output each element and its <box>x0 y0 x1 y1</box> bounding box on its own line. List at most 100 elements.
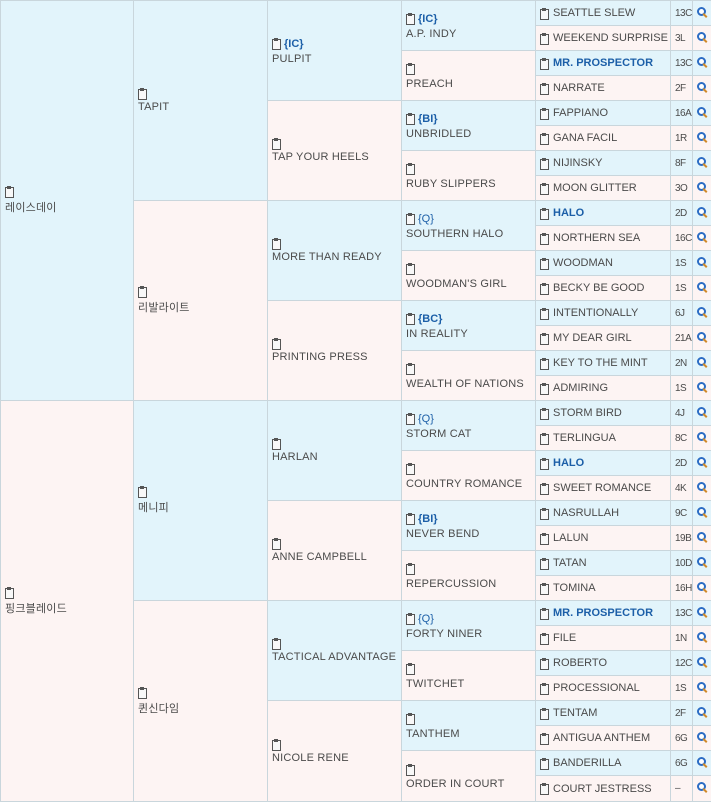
search-icon[interactable] <box>697 682 707 692</box>
search-icon[interactable] <box>697 757 707 767</box>
clipboard-icon[interactable] <box>540 558 549 569</box>
horse-name[interactable]: HALO <box>553 207 584 219</box>
clipboard-icon[interactable] <box>272 138 281 149</box>
gen5-cell[interactable]: MY DEAR GIRL <box>536 326 671 351</box>
search-button[interactable] <box>693 751 711 776</box>
gen5-cell[interactable]: PROCESSIONAL <box>536 676 671 701</box>
horse-name[interactable]: SEATTLE SLEW <box>553 7 635 19</box>
search-icon[interactable] <box>697 182 707 192</box>
horse-name[interactable]: BECKY BE GOOD <box>553 282 645 294</box>
horse-name[interactable]: ADMIRING <box>553 382 608 394</box>
search-button[interactable] <box>693 351 711 376</box>
search-icon[interactable] <box>697 207 707 217</box>
gen1-cell[interactable]: 레이스데이 <box>1 1 134 401</box>
horse-name[interactable]: TERLINGUA <box>553 432 616 444</box>
horse-name[interactable]: NICOLE RENE <box>272 752 397 764</box>
horse-name[interactable]: FAPPIANO <box>553 107 608 119</box>
search-button[interactable] <box>693 201 711 226</box>
clipboard-icon[interactable] <box>540 183 549 194</box>
clipboard-icon[interactable] <box>540 8 549 19</box>
gen5-cell[interactable]: MOON GLITTER <box>536 176 671 201</box>
horse-name[interactable]: 핑크블레이드 <box>5 600 129 616</box>
gen4-cell[interactable]: TWITCHET <box>402 651 536 701</box>
clipboard-icon[interactable] <box>540 133 549 144</box>
search-icon[interactable] <box>697 482 707 492</box>
gen4-cell[interactable]: WOODMAN'S GIRL <box>402 251 536 301</box>
horse-name[interactable]: ANNE CAMPBELL <box>272 551 397 563</box>
horse-name[interactable]: HALO <box>553 457 584 469</box>
search-button[interactable] <box>693 101 711 126</box>
gen5-cell[interactable]: MR. PROSPECTOR <box>536 51 671 76</box>
search-button[interactable] <box>693 276 711 301</box>
search-button[interactable] <box>693 51 711 76</box>
search-button[interactable] <box>693 226 711 251</box>
search-icon[interactable] <box>697 82 707 92</box>
clipboard-icon[interactable] <box>540 608 549 619</box>
gen3-cell[interactable]: {IC}PULPIT <box>268 1 402 101</box>
gen4-cell[interactable]: {BC}IN REALITY <box>402 301 536 351</box>
search-icon[interactable] <box>697 307 707 317</box>
clipboard-icon[interactable] <box>540 783 549 794</box>
search-button[interactable] <box>693 551 711 576</box>
horse-name[interactable]: TENTAM <box>553 707 597 719</box>
clipboard-icon[interactable] <box>272 638 281 649</box>
horse-name[interactable]: WEEKEND SURPRISE <box>553 32 668 44</box>
clipboard-icon[interactable] <box>540 358 549 369</box>
search-button[interactable] <box>693 776 711 802</box>
search-icon[interactable] <box>697 157 707 167</box>
horse-name[interactable]: LALUN <box>553 532 588 544</box>
gen5-cell[interactable]: BANDERILLA <box>536 751 671 776</box>
search-button[interactable] <box>693 701 711 726</box>
clipboard-icon[interactable] <box>272 338 281 349</box>
horse-name[interactable]: UNBRIDLED <box>406 128 531 140</box>
horse-name[interactable]: KEY TO THE MINT <box>553 357 648 369</box>
clipboard-icon[interactable] <box>540 158 549 169</box>
search-button[interactable] <box>693 176 711 201</box>
gen5-cell[interactable]: ADMIRING <box>536 376 671 401</box>
horse-name[interactable]: COUNTRY ROMANCE <box>406 478 531 490</box>
horse-name[interactable]: TWITCHET <box>406 678 531 690</box>
horse-name[interactable]: PROCESSIONAL <box>553 682 640 694</box>
clipboard-icon[interactable] <box>406 13 415 24</box>
horse-name[interactable]: SWEET ROMANCE <box>553 482 651 494</box>
search-icon[interactable] <box>697 107 707 117</box>
horse-name[interactable]: FORTY NINER <box>406 628 531 640</box>
gen3-cell[interactable]: NICOLE RENE <box>268 701 402 802</box>
horse-name[interactable]: STORM CAT <box>406 428 531 440</box>
horse-name[interactable]: TACTICAL ADVANTAGE <box>272 651 397 663</box>
clipboard-icon[interactable] <box>540 733 549 744</box>
search-icon[interactable] <box>697 332 707 342</box>
gen4-cell[interactable]: TANTHEM <box>402 701 536 751</box>
gen4-cell[interactable]: RUBY SLIPPERS <box>402 151 536 201</box>
horse-name[interactable]: ROBERTO <box>553 657 607 669</box>
horse-name[interactable]: 리발라이트 <box>138 299 263 315</box>
clipboard-icon[interactable] <box>540 308 549 319</box>
clipboard-icon[interactable] <box>406 213 415 224</box>
horse-name[interactable]: A.P. INDY <box>406 28 531 40</box>
clipboard-icon[interactable] <box>272 238 281 249</box>
clipboard-icon[interactable] <box>406 163 415 174</box>
gen4-cell[interactable]: {Q}STORM CAT <box>402 401 536 451</box>
gen3-cell[interactable]: ANNE CAMPBELL <box>268 501 402 601</box>
search-icon[interactable] <box>697 132 707 142</box>
horse-name[interactable]: INTENTIONALLY <box>553 307 638 319</box>
gen5-cell[interactable]: MR. PROSPECTOR <box>536 601 671 626</box>
search-icon[interactable] <box>697 32 707 42</box>
search-button[interactable] <box>693 76 711 101</box>
search-icon[interactable] <box>697 7 707 17</box>
clipboard-icon[interactable] <box>406 363 415 374</box>
search-button[interactable] <box>693 401 711 426</box>
gen2-cell[interactable]: TAPIT <box>134 1 268 201</box>
clipboard-icon[interactable] <box>540 433 549 444</box>
clipboard-icon[interactable] <box>272 538 281 549</box>
horse-name[interactable]: WEALTH OF NATIONS <box>406 378 531 390</box>
gen5-cell[interactable]: LALUN <box>536 526 671 551</box>
horse-name[interactable]: MORE THAN READY <box>272 251 397 263</box>
search-icon[interactable] <box>697 282 707 292</box>
clipboard-icon[interactable] <box>138 88 147 99</box>
search-button[interactable] <box>693 651 711 676</box>
horse-name[interactable]: IN REALITY <box>406 328 531 340</box>
horse-name[interactable]: NARRATE <box>553 82 605 94</box>
clipboard-icon[interactable] <box>138 286 147 297</box>
clipboard-icon[interactable] <box>272 739 281 750</box>
